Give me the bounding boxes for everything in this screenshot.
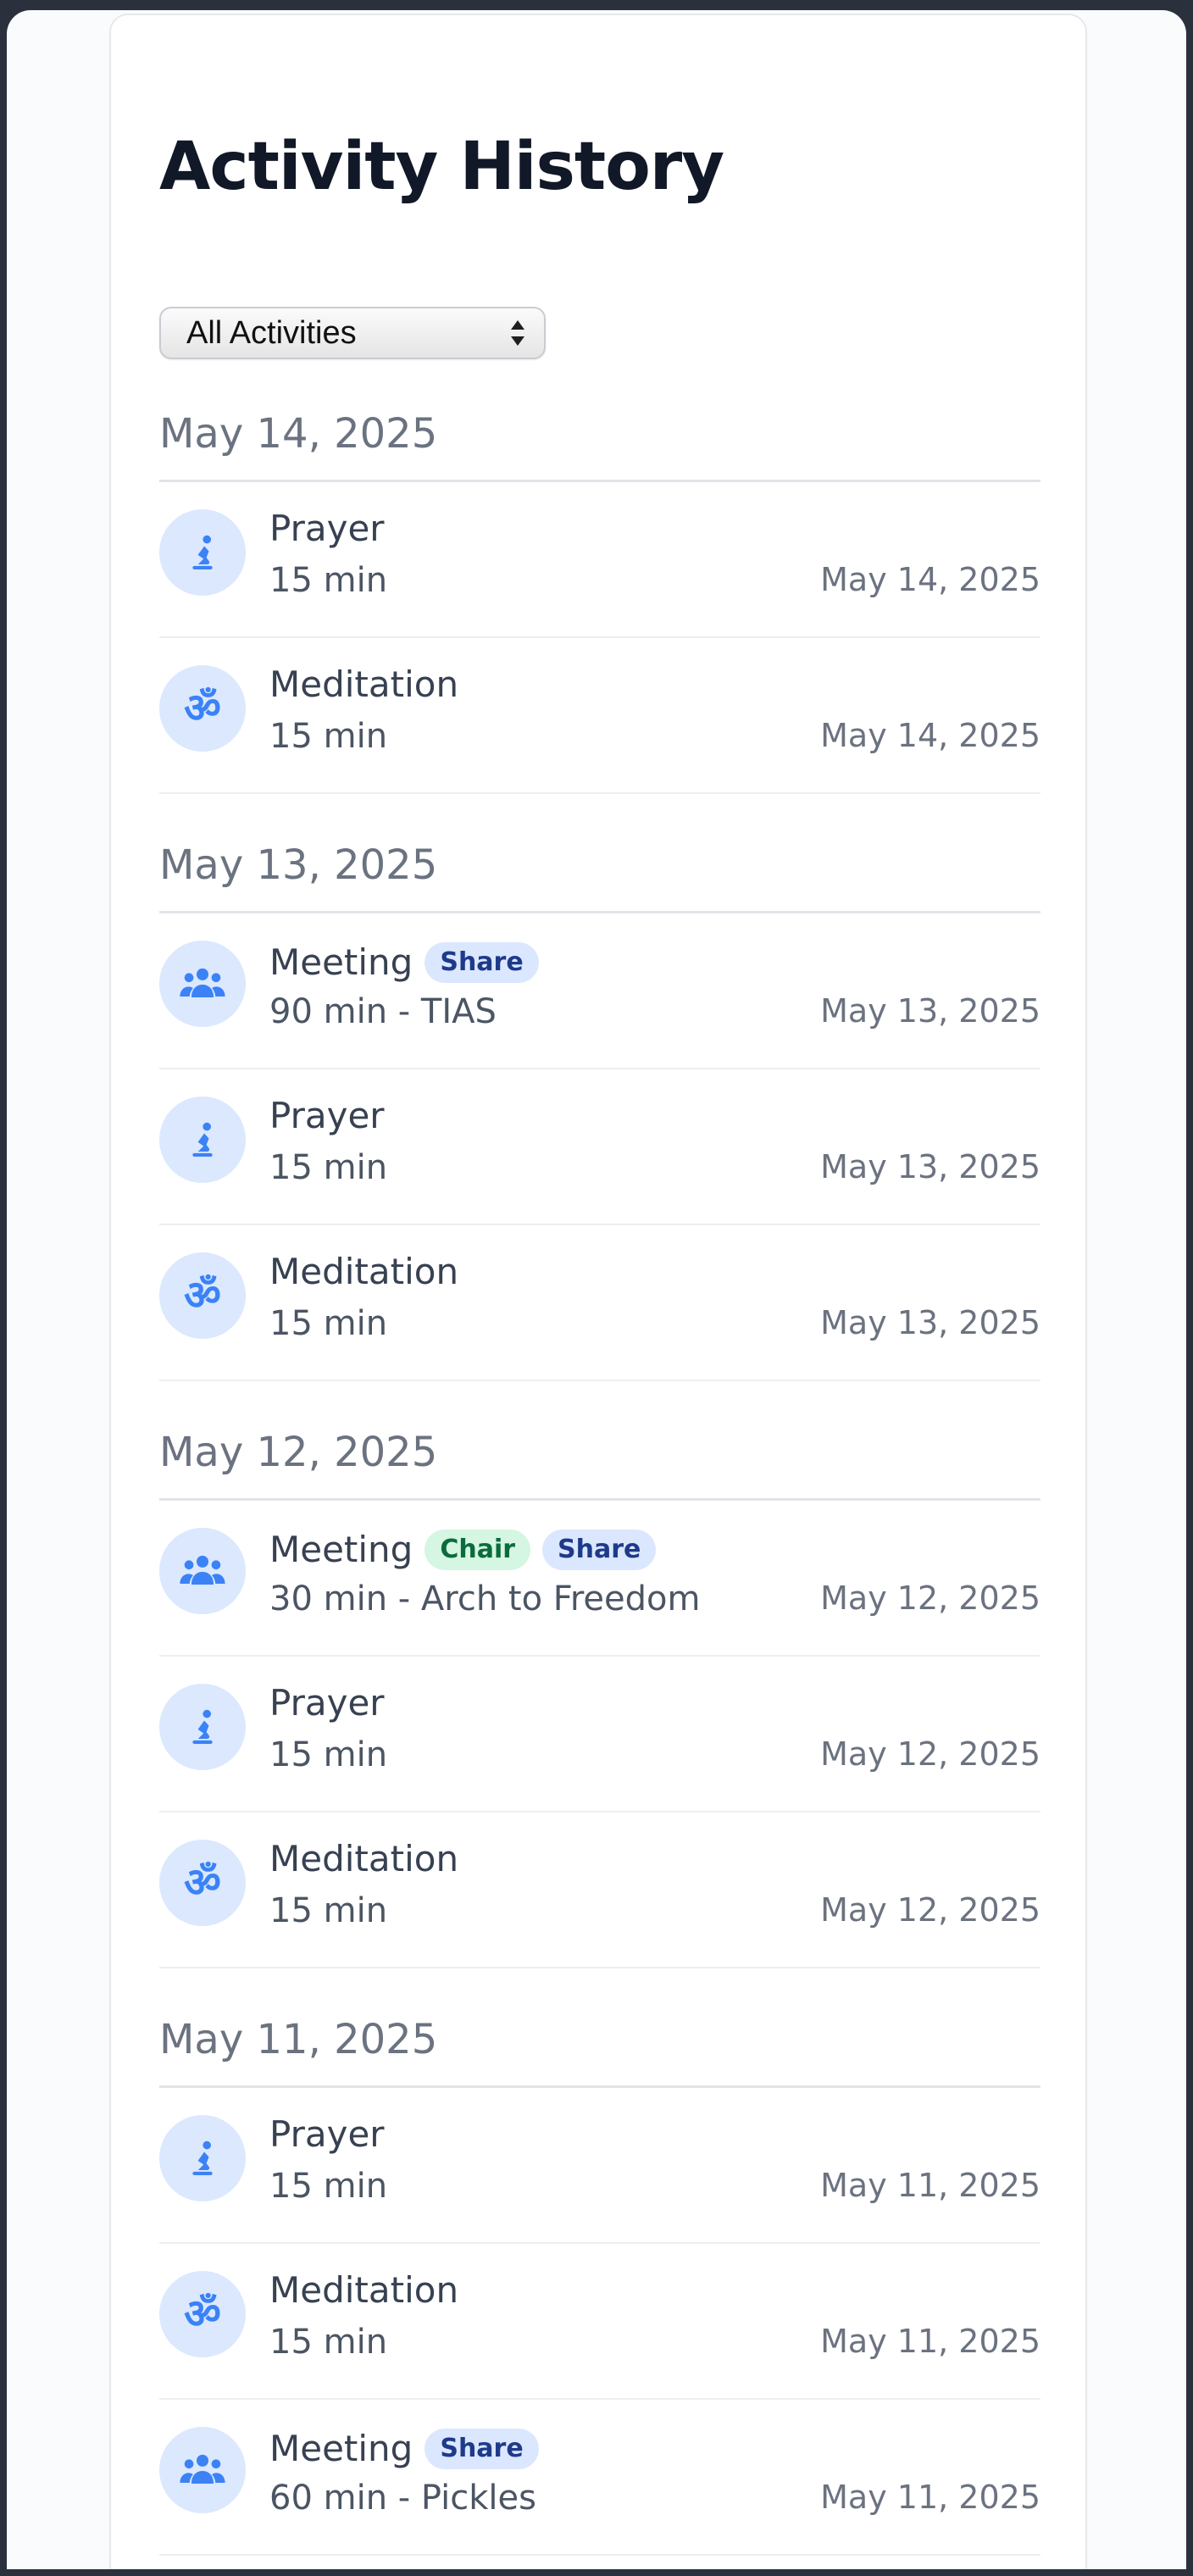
share-badge: Share [424,2429,539,2469]
om-icon: ॐ [159,1840,246,1926]
entry-type: Meditation [269,1838,459,1879]
entry-name-row: Meeting Chair Share [269,1529,657,1570]
om-icon: ॐ [159,665,246,752]
activity-entry[interactable]: ॐ Meditation 15 min May 13, 2025 [159,1225,1040,1381]
prayer-icon [159,1684,246,1770]
entry-detail: 15 min [269,561,388,600]
om-icon: ॐ [159,1252,246,1339]
activity-entry[interactable]: Prayer 15 min May 13, 2025 [159,1069,1040,1225]
entry-type: Meeting [269,1529,413,1570]
activity-entry[interactable]: Prayer 15 min May 11, 2025 [159,2088,1040,2244]
activity-entry[interactable]: Meeting Share 60 min - Pickles May 11, 2025 [159,2400,1040,2556]
entry-type: Meeting [269,941,413,983]
page-title: Activity History [159,129,724,205]
app-screen: Activity History All Activities May 14, … [7,10,1186,2569]
entry-date: May 12, 2025 [820,1579,1040,1617]
entry-type: Meditation [269,2269,459,2311]
select-arrows-icon [510,319,525,347]
entry-detail: 60 min - Pickles [269,2479,536,2518]
activity-entry[interactable]: ॐ Meditation 15 min May 12, 2025 [159,1813,1040,1968]
prayer-icon [159,2115,246,2201]
entry-detail: 15 min [269,1304,388,1343]
entry-name-row: Meditation [269,1841,458,1877]
entry-name-row: Prayer [269,1685,385,1721]
share-badge: Share [542,1530,657,1570]
entry-name-row: Prayer [269,511,385,547]
filter-selected-value: All Activities [186,314,357,351]
entry-name-row: Meeting Share [269,2429,539,2469]
entry-date: May 14, 2025 [820,717,1040,754]
entry-date: May 12, 2025 [820,1891,1040,1929]
activity-entry[interactable]: Prayer 15 min May 12, 2025 [159,1657,1040,1813]
entry-detail: 15 min [269,2323,388,2362]
activity-entry[interactable]: Meeting Share 90 min - TIAS May 13, 2025 [159,913,1040,1069]
prayer-icon [159,509,246,596]
entry-type: Meditation [269,1251,459,1292]
activity-date-group: May 14, 2025 Prayer 15 min May 14, 2025 ॐ Med… [159,414,1040,794]
entry-name-row: Meeting Share [269,942,539,983]
activity-history-card: Activity History All Activities May 14, … [109,14,1087,2569]
entry-type: Prayer [269,1095,385,1136]
entry-detail: 90 min - TIAS [269,992,497,1031]
entry-type: Prayer [269,2113,385,2155]
entry-detail: 15 min [269,1148,388,1187]
entry-name-row: Meditation [269,667,458,702]
entry-name-row: Prayer [269,1098,385,1134]
entry-date: May 11, 2025 [820,2323,1040,2360]
group-icon [159,1528,246,1614]
activity-entry[interactable]: Prayer 15 min May 14, 2025 [159,482,1040,638]
activity-groups: May 14, 2025 Prayer 15 min May 14, 2025 ॐ Med… [159,414,1040,2569]
entry-detail: 15 min [269,1891,388,1930]
entry-name-row: Prayer [269,2117,385,2152]
entry-type: Meeting [269,2428,413,2469]
group-icon [159,2427,246,2513]
activity-date-group: May 13, 2025 Meeting Share 90 min - TIAS May… [159,845,1040,1381]
activity-entry[interactable]: Meeting Chair Share 30 min - Arch to Freedo… [159,1501,1040,1657]
entry-type: Meditation [269,663,459,705]
group-date-heading: May 11, 2025 [159,2019,1040,2088]
share-badge: Share [424,942,539,983]
entry-date: May 12, 2025 [820,1735,1040,1773]
entry-date: May 11, 2025 [820,2479,1040,2516]
entry-name-row: Meditation [269,1254,458,1290]
entry-type: Prayer [269,508,385,549]
entry-detail: 15 min [269,2167,388,2206]
entry-date: May 14, 2025 [820,561,1040,598]
entry-type: Prayer [269,1682,385,1724]
group-date-heading: May 12, 2025 [159,1432,1040,1501]
entry-detail: 30 min - Arch to Freedom [269,1579,701,1618]
activity-date-group: May 11, 2025 Prayer 15 min May 11, 2025 ॐ Med… [159,2019,1040,2556]
group-date-heading: May 13, 2025 [159,845,1040,913]
entry-date: May 13, 2025 [820,992,1040,1030]
group-icon [159,941,246,1027]
entry-date: May 13, 2025 [820,1304,1040,1341]
entry-name-row: Meditation [269,2273,458,2308]
activity-entry[interactable]: ॐ Meditation 15 min May 14, 2025 [159,638,1040,794]
activity-date-group: May 12, 2025 Meeting Chair Share 30 min - Ar… [159,1432,1040,1968]
om-icon: ॐ [159,2271,246,2357]
activity-filter-select[interactable]: All Activities [159,307,546,359]
group-date-heading: May 14, 2025 [159,414,1040,482]
entry-detail: 15 min [269,717,388,756]
chair-badge: Chair [424,1530,531,1570]
entry-date: May 13, 2025 [820,1148,1040,1185]
activity-entry[interactable]: ॐ Meditation 15 min May 11, 2025 [159,2244,1040,2400]
prayer-icon [159,1096,246,1183]
entry-detail: 15 min [269,1735,388,1774]
entry-date: May 11, 2025 [820,2167,1040,2204]
